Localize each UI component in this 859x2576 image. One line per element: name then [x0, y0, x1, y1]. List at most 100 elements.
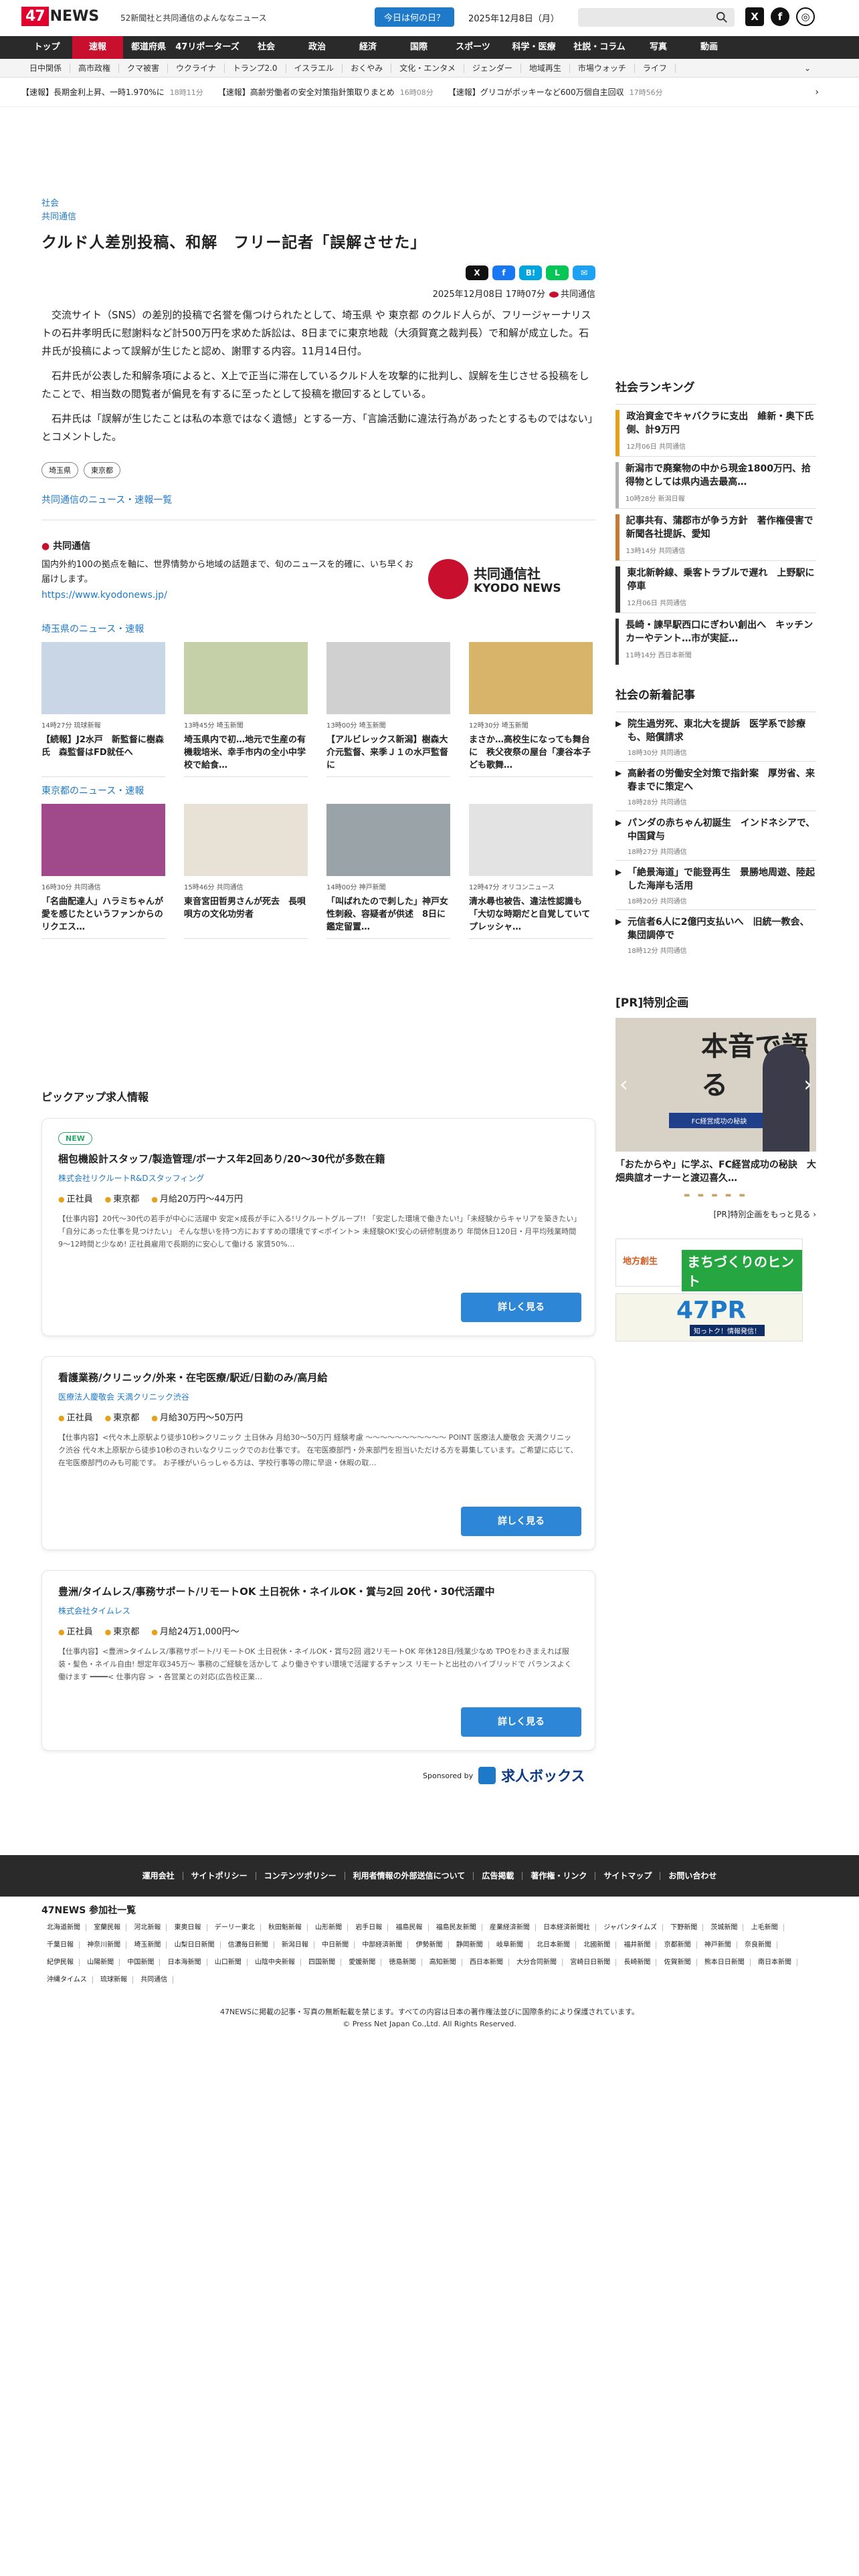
member-link[interactable]: 日本経済新聞社: [538, 1924, 597, 1931]
pr-carousel[interactable]: 本音で語る FC経営成功の秘訣 ‹ ›: [615, 1018, 816, 1152]
news-card[interactable]: 15時46分 共同通信 東音宮田哲男さんが死去 長唄唄方の文化功労者: [184, 804, 308, 939]
member-link[interactable]: 紀伊民報: [41, 1959, 80, 1966]
globe-icon[interactable]: ◎: [796, 7, 815, 26]
new-article-item[interactable]: 元信者6人に2億円支払いへ 旧統一教会、集団調停で 18時12分 共同通信: [615, 909, 816, 959]
kyodo-news-list-link[interactable]: 共同通信のニュース・速報一覧: [41, 493, 595, 506]
member-link[interactable]: 沖縄タイムス: [41, 1976, 93, 1983]
nav-reporters[interactable]: 47リポーターズ: [174, 36, 241, 59]
job-title[interactable]: 看護業務/クリニック/外来・在宅医療/駅近/日勤のみ/高月給: [58, 1370, 579, 1384]
saitama-news-heading[interactable]: 埼玉県のニュース・速報: [41, 622, 595, 635]
search-input[interactable]: [578, 8, 735, 27]
member-link[interactable]: 千葉日報: [41, 1941, 80, 1949]
footer-link[interactable]: サイトポリシー: [183, 1872, 256, 1880]
member-link[interactable]: 新潟日報: [276, 1941, 314, 1949]
member-link[interactable]: 北日本新聞: [531, 1941, 577, 1949]
member-link[interactable]: 琉球新報: [95, 1976, 133, 1983]
ad-banner-47pr[interactable]: 47PR 知っトク！情報発信！: [615, 1293, 803, 1341]
subnav-item[interactable]: 日中関係: [21, 63, 71, 73]
member-link[interactable]: 長崎新聞: [618, 1959, 657, 1966]
member-link[interactable]: 山形新聞: [310, 1924, 349, 1931]
nav-science[interactable]: 科学・医療: [502, 36, 566, 59]
member-link[interactable]: 福島民友新聞: [430, 1924, 482, 1931]
subnav-item[interactable]: トランプ2.0: [225, 63, 286, 73]
footer-link[interactable]: コンテンツポリシー: [256, 1872, 345, 1880]
job-card[interactable]: NEW 梱包機設計スタッフ/製造管理/ボーナス年2回あり/20〜30代が多数在籍…: [41, 1118, 595, 1336]
footer-link[interactable]: お問い合わせ: [660, 1872, 725, 1880]
member-link[interactable]: 佐賀新聞: [658, 1959, 697, 1966]
share-facebook-icon[interactable]: f: [492, 265, 515, 280]
member-link[interactable]: 産業経済新聞: [484, 1924, 536, 1931]
pr-more-link[interactable]: [PR]特別企画をもっと見る ›: [615, 1208, 816, 1220]
job-detail-button[interactable]: 詳しく見る: [461, 1707, 581, 1737]
member-link[interactable]: 中日新聞: [316, 1941, 355, 1949]
news-card[interactable]: 16時30分 共同通信 「名曲配達人」ハラミちゃんが愛を感じたというファンからのリ…: [41, 804, 165, 939]
member-link[interactable]: 東奥日報: [169, 1924, 207, 1931]
member-link[interactable]: 大分合同新聞: [511, 1959, 563, 1966]
member-link[interactable]: 宮崎日日新聞: [565, 1959, 617, 1966]
subnav-item[interactable]: 文化・エンタメ: [391, 63, 464, 73]
facebook-icon[interactable]: f: [771, 7, 789, 26]
job-detail-button[interactable]: 詳しく見る: [461, 1507, 581, 1536]
site-logo[interactable]: 47 NEWS: [21, 7, 99, 26]
member-link[interactable]: 徳島新聞: [383, 1959, 422, 1966]
share-x-icon[interactable]: X: [466, 265, 488, 280]
nav-politics[interactable]: 政治: [292, 36, 343, 59]
member-link[interactable]: 山口新聞: [209, 1959, 248, 1966]
member-link[interactable]: 茨城新聞: [705, 1924, 744, 1931]
member-link[interactable]: 西日本新聞: [464, 1959, 509, 1966]
share-line-icon[interactable]: L: [546, 265, 569, 280]
job-card[interactable]: 豊洲/タイムレス/事務サポート/リモートOK 土日祝休・ネイルOK・賞与2回 2…: [41, 1570, 595, 1751]
footer-link[interactable]: 著作権・リンク: [522, 1872, 596, 1880]
member-link[interactable]: 中部経済新聞: [357, 1941, 409, 1949]
job-title[interactable]: 梱包機設計スタッフ/製造管理/ボーナス年2回あり/20〜30代が多数在籍: [58, 1152, 579, 1166]
member-link[interactable]: 南日本新聞: [753, 1959, 797, 1966]
x-icon[interactable]: X: [745, 7, 764, 26]
member-link[interactable]: 福島民報: [390, 1924, 429, 1931]
member-link[interactable]: 神戸新聞: [698, 1941, 737, 1949]
member-link[interactable]: 秋田魁新報: [262, 1924, 308, 1931]
subnav-item[interactable]: 高市政権: [70, 63, 120, 73]
chevron-down-icon[interactable]: ⌄: [796, 64, 819, 73]
subnav-item[interactable]: クマ被害: [119, 63, 169, 73]
member-link[interactable]: 山梨日日新聞: [169, 1941, 221, 1949]
today-button[interactable]: 今日は何の日？: [375, 7, 455, 27]
nav-breaking[interactable]: 速報: [72, 36, 123, 59]
subnav-item[interactable]: ジェンダー: [464, 63, 521, 73]
member-link[interactable]: 北國新聞: [578, 1941, 617, 1949]
footer-link[interactable]: 利用者情報の外部送信について: [345, 1872, 474, 1880]
nav-editorial[interactable]: 社説・コラム: [566, 36, 633, 59]
breaking-item[interactable]: 【速報】グリコがポッキーなど600万個自主回収 17時56分: [448, 86, 663, 98]
member-link[interactable]: 京都新聞: [658, 1941, 697, 1949]
member-link[interactable]: 神奈川新聞: [82, 1941, 127, 1949]
member-link[interactable]: 岩手日報: [350, 1924, 389, 1931]
article-source[interactable]: 共同通信: [41, 211, 595, 224]
news-card[interactable]: 12時47分 オリコンニュース 清水尋也被告、違法性認識も「大切な時期だと自覚して…: [469, 804, 593, 939]
ranking-item[interactable]: 長崎・諫早駅西口にぎわい創出へ キッチンカーやテント…市が実証… 11時14分 西…: [615, 613, 816, 665]
footer-link[interactable]: サイトマップ: [595, 1872, 661, 1880]
subnav-item[interactable]: 地域再生: [521, 63, 570, 73]
search-icon[interactable]: [716, 11, 728, 23]
member-link[interactable]: デーリー東北: [209, 1924, 261, 1931]
subnav-item[interactable]: おくやみ: [343, 63, 392, 73]
footer-link[interactable]: 運用会社: [134, 1872, 183, 1880]
tag-tokyo[interactable]: 東京都: [84, 462, 120, 478]
member-link[interactable]: 熊本日日新聞: [698, 1959, 751, 1966]
member-link[interactable]: 下野新聞: [665, 1924, 704, 1931]
news-card[interactable]: 14時00分 神戸新聞 「叫ばれたので刺した」神戸女性刺殺、容疑者が供述 8日に鑑…: [326, 804, 450, 939]
carousel-prev-icon[interactable]: ‹: [619, 1071, 628, 1097]
share-mail-icon[interactable]: ✉: [573, 265, 595, 280]
member-link[interactable]: 河北新報: [128, 1924, 167, 1931]
member-link[interactable]: 岐阜新聞: [490, 1941, 529, 1949]
nav-top[interactable]: トップ: [21, 36, 72, 59]
news-card[interactable]: 12時30分 埼玉新聞 まさか…高校生になっても舞台に 秩父夜祭の屋台「凄谷本子ど…: [469, 642, 593, 777]
subnav-item[interactable]: ウクライナ: [168, 63, 225, 73]
pr-caption[interactable]: 「おたからや」に学ぶ、FC経営成功の秘訣 大畑典誼オーナーと渡辺喜久…: [615, 1158, 816, 1185]
job-title[interactable]: 豊洲/タイムレス/事務サポート/リモートOK 土日祝休・ネイルOK・賞与2回 2…: [58, 1584, 579, 1598]
ad-banner-machizukuri[interactable]: 地方創生 まちづくりのヒント: [615, 1239, 803, 1291]
new-article-item[interactable]: 高齢者の労働安全対策で指針案 厚労省、来春までに策定へ 18時28分 共同通信: [615, 761, 816, 811]
member-link[interactable]: 中国新聞: [122, 1959, 161, 1966]
share-hatena-icon[interactable]: B!: [519, 265, 542, 280]
member-link[interactable]: 静岡新聞: [450, 1941, 489, 1949]
member-link[interactable]: 伊勢新聞: [410, 1941, 449, 1949]
member-link[interactable]: 山陽新聞: [82, 1959, 120, 1966]
